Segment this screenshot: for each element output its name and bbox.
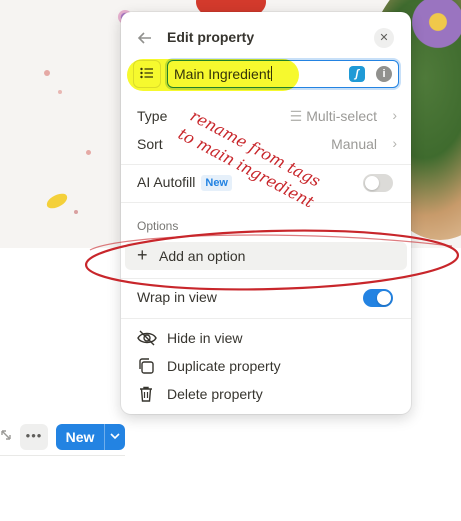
type-label: Type: [137, 108, 168, 124]
speck: [74, 210, 78, 214]
ai-autofill-row[interactable]: AI Autofill New: [125, 168, 407, 196]
chevron-right-icon: ›: [392, 135, 397, 151]
plus-icon: +: [137, 245, 148, 265]
divider: [121, 164, 411, 165]
chevron-right-icon: ›: [392, 107, 397, 123]
property-type-icon-button[interactable]: [133, 60, 161, 88]
add-option-button[interactable]: + Add an option: [125, 242, 407, 270]
eye-slash-icon: [137, 329, 157, 347]
sort-row[interactable]: Sort Manual ›: [125, 130, 407, 158]
wrap-in-view-row[interactable]: Wrap in view: [125, 283, 407, 311]
divider: [0, 455, 125, 456]
delete-property-label: Delete property: [167, 386, 263, 402]
speck: [58, 90, 62, 94]
edit-property-panel: Edit property ✕ Main Ingredient ʃ i Type…: [121, 12, 411, 414]
toggle-knob: [365, 176, 379, 190]
ai-autofill-label: AI Autofill New: [137, 174, 232, 191]
new-badge: New: [201, 175, 232, 191]
speck: [44, 70, 50, 76]
duplicate-property-label: Duplicate property: [167, 358, 281, 374]
delete-property-item[interactable]: Delete property: [125, 380, 407, 408]
property-name-row: Main Ingredient ʃ i: [133, 60, 399, 88]
back-arrow-icon[interactable]: [137, 26, 157, 50]
ai-autofill-toggle[interactable]: [363, 174, 393, 192]
duplicate-property-item[interactable]: Duplicate property: [125, 352, 407, 380]
trash-icon: [137, 385, 155, 403]
divider: [121, 278, 411, 279]
chevron-down-icon[interactable]: [105, 431, 125, 443]
type-value: ☰ Multi-select: [289, 108, 377, 124]
options-section-label: Options: [137, 219, 179, 233]
new-button-label: New: [65, 429, 95, 445]
petal-image: [44, 191, 70, 211]
text-caret: [270, 66, 272, 81]
more-options-button[interactable]: •••: [20, 424, 48, 450]
resize-icon[interactable]: [0, 428, 14, 444]
sort-value: Manual: [331, 136, 377, 152]
add-option-label: Add an option: [159, 248, 246, 264]
divider: [121, 202, 411, 203]
toggle-knob: [377, 291, 391, 305]
hide-in-view-label: Hide in view: [167, 330, 243, 346]
duplicate-icon: [137, 357, 155, 375]
property-name-value: Main Ingredient: [174, 66, 271, 82]
hide-in-view-item[interactable]: Hide in view: [125, 324, 407, 352]
wrap-in-view-toggle[interactable]: [363, 289, 393, 307]
grammar-extension-icon[interactable]: ʃ: [349, 66, 365, 82]
panel-title: Edit property: [167, 29, 255, 45]
wrap-in-view-label: Wrap in view: [137, 289, 217, 305]
divider: [121, 318, 411, 319]
speck: [86, 150, 91, 155]
sort-label: Sort: [137, 136, 163, 152]
info-icon[interactable]: i: [376, 66, 392, 82]
new-button[interactable]: New: [56, 424, 125, 450]
type-row[interactable]: Type ☰ Multi-select ›: [125, 102, 407, 130]
panel-header: Edit property ✕: [121, 26, 411, 50]
close-icon[interactable]: ✕: [374, 28, 394, 48]
list-icon: ☰: [289, 108, 303, 124]
